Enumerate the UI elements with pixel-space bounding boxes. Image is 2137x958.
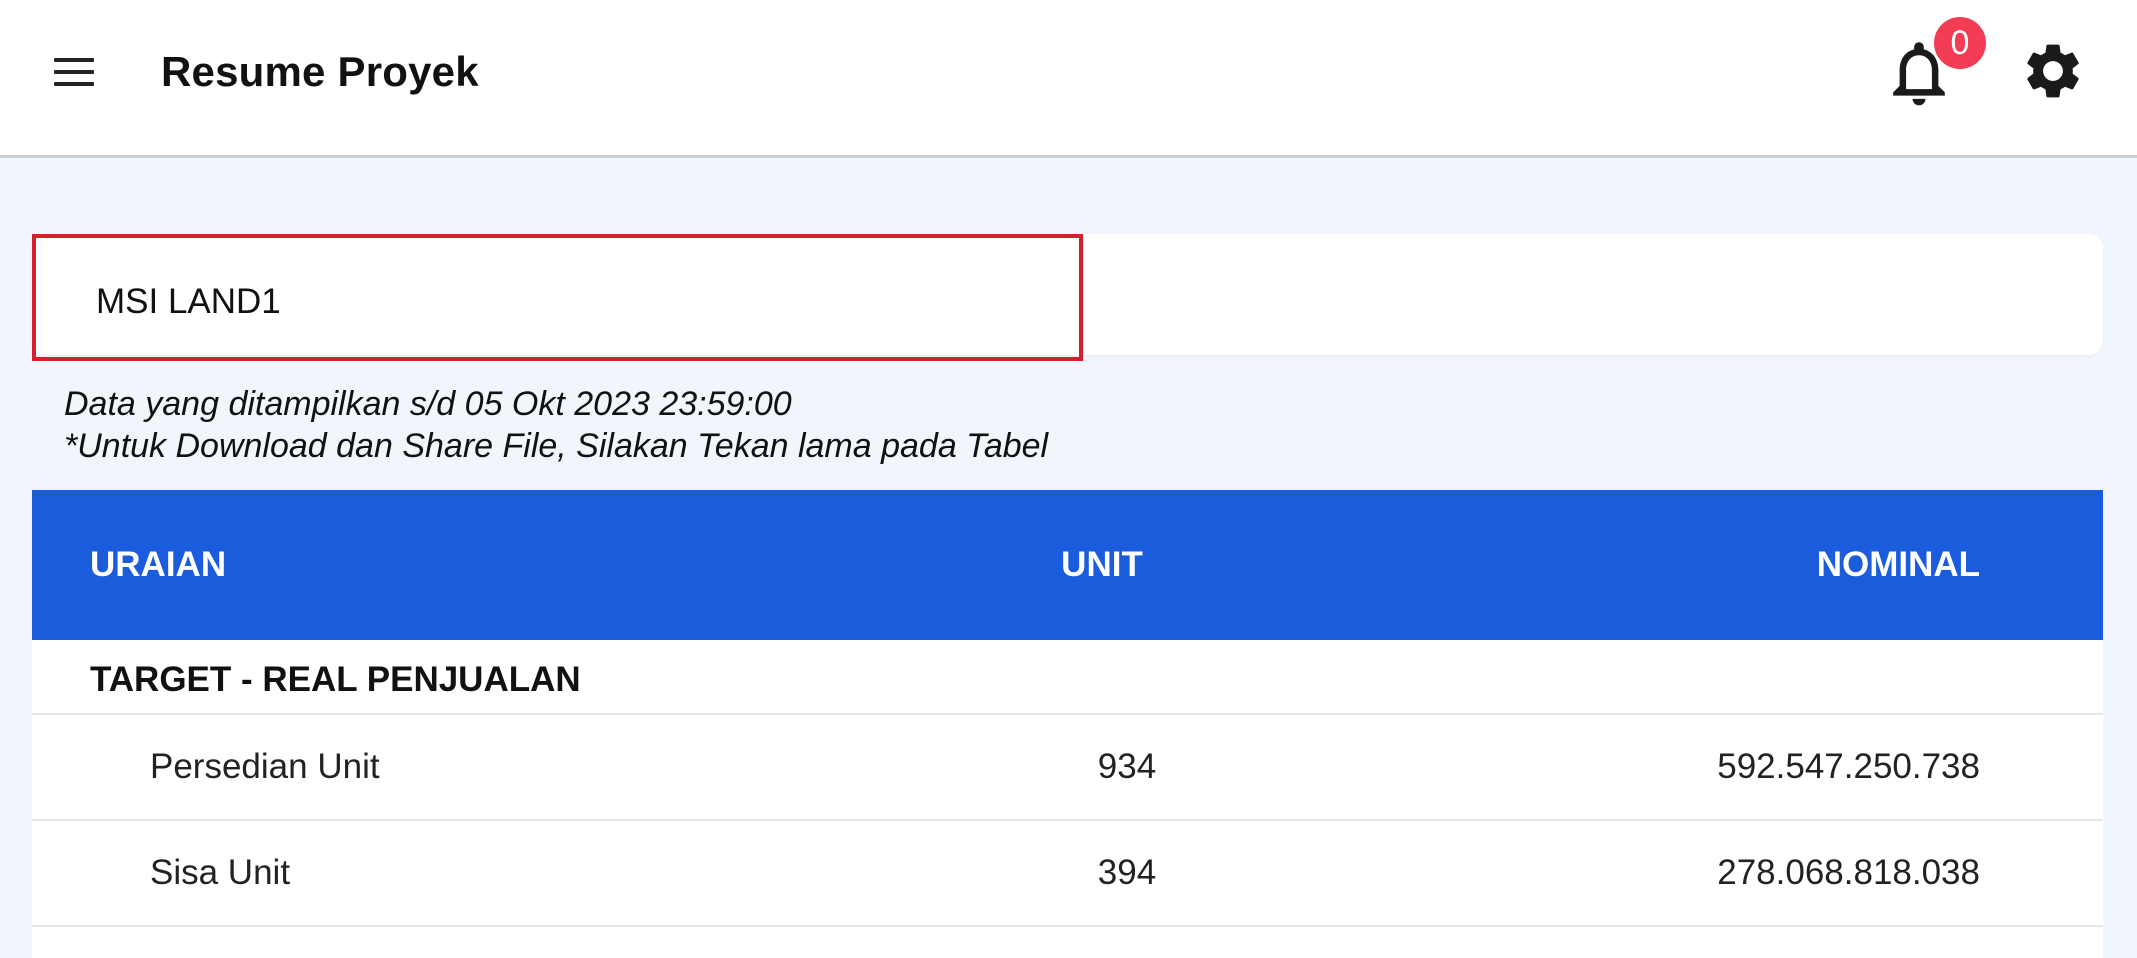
- data-date-note: Data yang ditampilkan s/d 05 Okt 2023 23…: [64, 385, 792, 423]
- row-nominal: 592.547.250.738: [1717, 747, 1980, 786]
- app-screen: Resume Proyek 0 MSI LAND1 Data yang dita…: [0, 0, 2137, 958]
- column-header-uraian: URAIAN: [90, 545, 227, 584]
- row-unit: 394: [1097, 853, 1157, 892]
- table-header: URAIAN UNIT NOMINAL: [32, 490, 2103, 640]
- row-nominal: 278.068.818.038: [1717, 853, 1980, 892]
- project-selector[interactable]: MSI LAND1: [32, 234, 1083, 361]
- settings-gear-icon[interactable]: [2020, 38, 2086, 104]
- notification-count-badge: 0: [1934, 17, 1986, 69]
- column-header-unit: UNIT: [1061, 545, 1143, 584]
- section-title: TARGET - REAL PENJUALAN: [90, 660, 581, 699]
- download-share-hint: *Untuk Download dan Share File, Silakan …: [64, 427, 1049, 465]
- section-row: TARGET - REAL PENJUALAN: [32, 640, 2103, 715]
- project-name: MSI LAND1: [96, 282, 281, 321]
- row-label: Persedian Unit: [150, 747, 380, 786]
- top-app-bar: Resume Proyek 0: [0, 0, 2137, 158]
- column-header-nominal: NOMINAL: [1816, 545, 1980, 584]
- table-row[interactable]: Sisa Unit 394 278.068.818.038: [32, 821, 2103, 927]
- row-unit: 934: [1097, 747, 1157, 786]
- row-label: Sisa Unit: [150, 853, 291, 892]
- table-row[interactable]: Persedian Unit 934 592.547.250.738: [32, 715, 2103, 821]
- hamburger-menu-icon[interactable]: [50, 52, 98, 92]
- page-title: Resume Proyek: [161, 48, 479, 95]
- summary-table[interactable]: URAIAN UNIT NOMINAL TARGET - REAL PENJUA…: [32, 490, 2103, 958]
